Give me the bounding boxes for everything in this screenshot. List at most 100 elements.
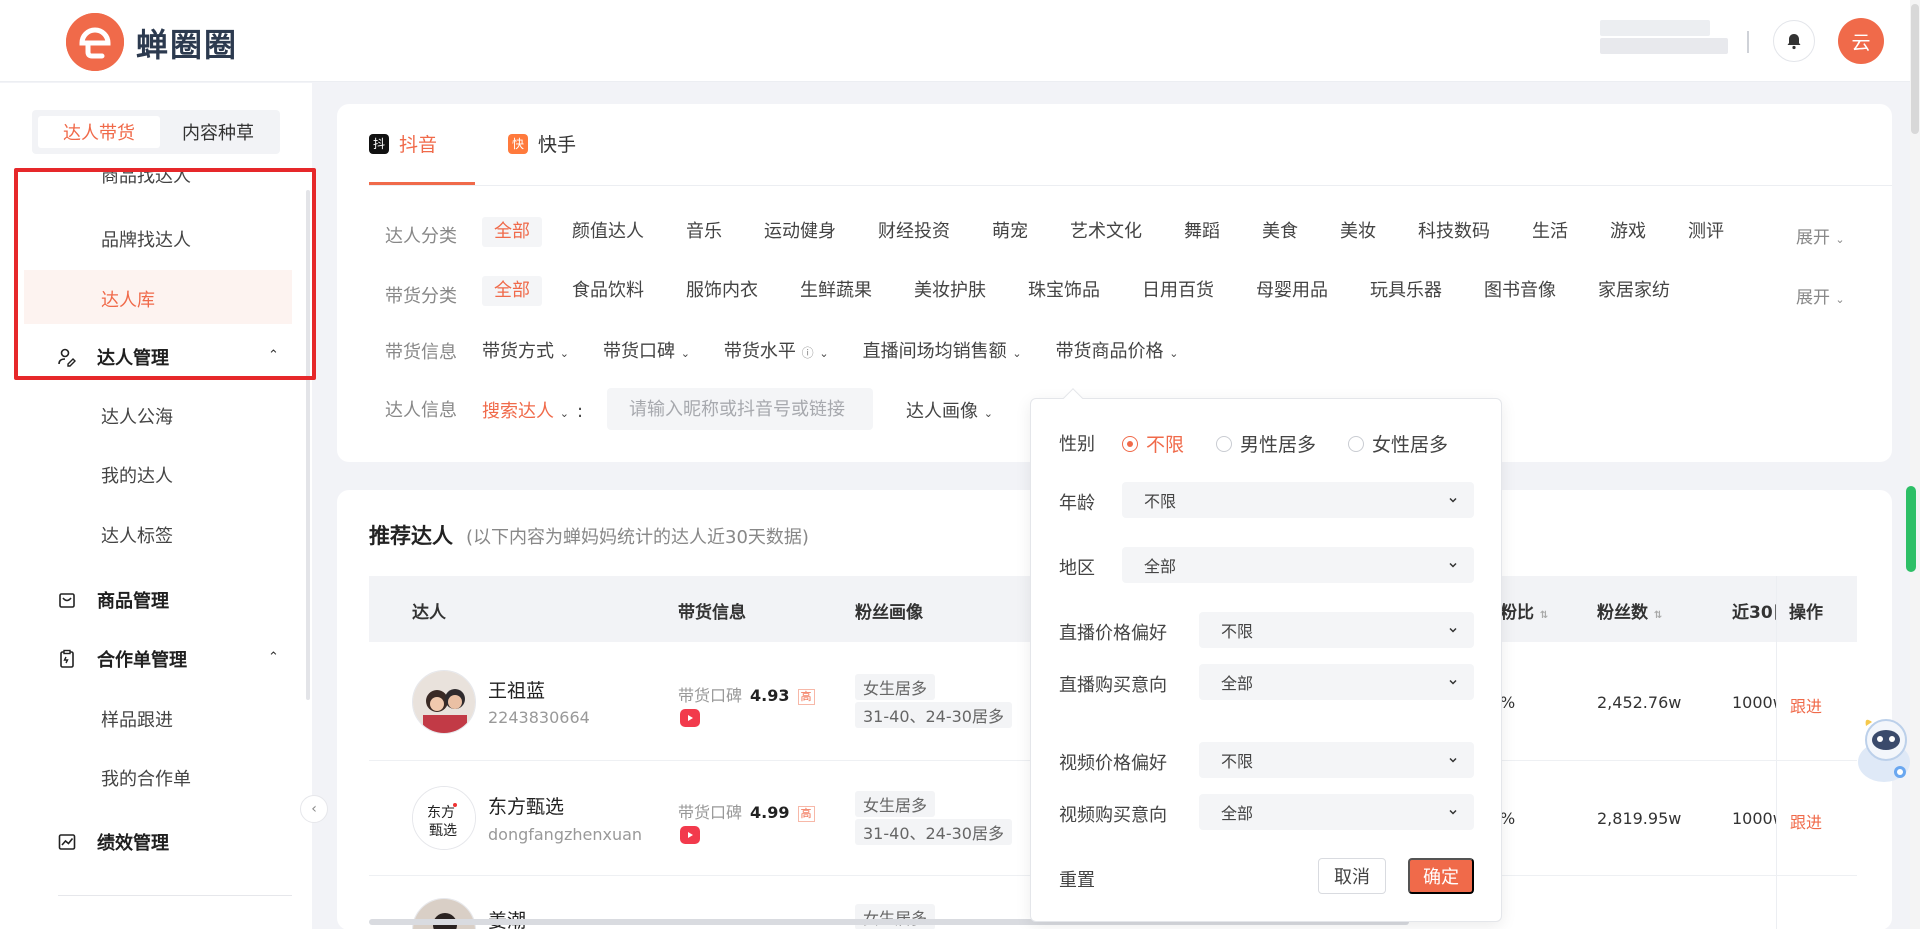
select-video-price[interactable]: 不限 (1199, 742, 1474, 778)
chip-goods-category[interactable]: 服饰内衣 (674, 276, 770, 306)
select-region[interactable]: 全部 (1122, 547, 1474, 583)
follow-button[interactable]: 跟进 (1790, 809, 1822, 833)
side-float-tab[interactable] (1906, 486, 1916, 572)
sidebar-group-performance[interactable]: 绩效管理 (57, 829, 169, 855)
logo-icon[interactable] (66, 13, 124, 71)
chip-category[interactable]: 全部 (482, 217, 542, 247)
chevron-down-icon: ⌄ (680, 347, 690, 360)
talent-name[interactable]: 王祖蓝 (488, 676, 545, 703)
fan-age-tag: 31-40、24-30居多 (855, 702, 1012, 728)
dropdown-goods-price[interactable]: 带货商品价格 ⌄ (1056, 337, 1179, 363)
chip-category[interactable]: 萌宠 (980, 217, 1040, 247)
chip-goods-category[interactable]: 珠宝饰品 (1016, 276, 1112, 306)
page-scrollbar-thumb[interactable] (1911, 4, 1919, 134)
radio-gender-any[interactable]: 不限 (1122, 430, 1184, 457)
tab-talent-sales[interactable]: 达人带货 (38, 116, 160, 148)
column-header-fans[interactable]: 粉丝数 ⇅ (1597, 598, 1662, 623)
reset-button[interactable]: 重置 (1059, 866, 1095, 892)
popover-label-live-intent: 直播购买意向 (1059, 675, 1167, 696)
sidebar-item-talent-pool[interactable]: 达人公海 (101, 403, 173, 429)
category-chips: 全部 颜值达人 音乐 运动健身 财经投资 萌宠 艺术文化 舞蹈 美食 美妆 科技… (482, 217, 1736, 247)
select-live-intent[interactable]: 全部 (1199, 664, 1474, 700)
chip-goods-category[interactable]: 家居家纺 (1586, 276, 1682, 306)
tab-kuaishou[interactable]: 快 快手 (508, 130, 576, 157)
filter-label-talent-info: 达人信息 (385, 400, 457, 421)
chip-category[interactable]: 颜值达人 (560, 217, 656, 247)
dropdown-sales-method[interactable]: 带货方式 ⌄ (482, 337, 569, 363)
tab-label: 快手 (538, 134, 577, 156)
user-avatar[interactable]: 云 (1838, 18, 1884, 64)
cancel-button[interactable]: 取消 (1318, 858, 1386, 894)
help-icon[interactable]: ⓘ (802, 346, 814, 360)
sort-icon: ⇅ (1653, 610, 1663, 621)
chip-goods-category[interactable]: 美妆护肤 (902, 276, 998, 306)
chevron-down-icon (1449, 497, 1457, 503)
chip-category[interactable]: 测评 (1676, 217, 1736, 247)
fan-age-tag: 31-40、24-30居多 (855, 819, 1012, 845)
chip-category[interactable]: 美妆 (1328, 217, 1388, 247)
sidebar-group-cooperation-management[interactable]: 合作单管理 (57, 646, 187, 672)
filter-label-goods-category: 带货分类 (385, 286, 457, 307)
chip-category[interactable]: 美食 (1250, 217, 1310, 247)
radio-dot (1122, 435, 1138, 452)
colon: : (576, 401, 584, 422)
radio-gender-male[interactable]: 男性居多 (1216, 430, 1316, 457)
dropdown-sales-level[interactable]: 带货水平 ⓘ ⌄ (724, 337, 829, 363)
talent-name[interactable]: 姜潮 (488, 906, 526, 929)
sidebar-item-my-orders[interactable]: 我的合作单 (101, 765, 191, 791)
talent-avatar[interactable] (412, 670, 476, 734)
radio-gender-female[interactable]: 女性居多 (1348, 430, 1448, 457)
sidebar-group-label: 商品管理 (97, 591, 169, 612)
talent-search-input[interactable] (607, 388, 873, 430)
dropdown-sales-reputation[interactable]: 带货口碑 ⌄ (603, 337, 690, 363)
chip-category[interactable]: 运动健身 (752, 217, 848, 247)
chip-goods-category[interactable]: 玩具乐器 (1358, 276, 1454, 306)
koubei-score: 4.93 (750, 686, 790, 705)
confirm-button[interactable]: 确定 (1408, 858, 1474, 894)
select-age[interactable]: 不限 (1122, 482, 1474, 518)
chip-category[interactable]: 科技数码 (1406, 217, 1502, 247)
chip-category[interactable]: 财经投资 (866, 217, 962, 247)
sidebar-item-my-talents[interactable]: 我的达人 (101, 462, 173, 488)
tab-content-seeding[interactable]: 内容种草 (162, 116, 274, 148)
fans-value: 2,819.95w (1597, 809, 1682, 828)
chip-goods-category[interactable]: 图书音像 (1472, 276, 1568, 306)
chip-category[interactable]: 生活 (1520, 217, 1580, 247)
recommend-title: 推荐达人 (369, 524, 453, 548)
chip-goods-category[interactable]: 日用百货 (1130, 276, 1226, 306)
sidebar-group-product-management[interactable]: 商品管理 (57, 587, 169, 613)
tab-douyin[interactable]: 抖 抖音 (369, 130, 437, 157)
chip-goods-category[interactable]: 母婴用品 (1244, 276, 1340, 306)
sidebar-collapse-button[interactable]: ‹ (300, 795, 328, 823)
level-badge: 高 (797, 688, 815, 705)
select-value: 不限 (1144, 492, 1177, 511)
column-header-fan-ratio[interactable]: 粉比 ⇅ (1500, 598, 1548, 623)
chevron-down-icon: ⌄ (1835, 293, 1845, 306)
chip-category[interactable]: 音乐 (674, 217, 734, 247)
search-mode-dropdown[interactable]: 搜索达人 ⌄: (482, 397, 583, 423)
chip-goods-category[interactable]: 全部 (482, 276, 542, 306)
popover-label-region: 地区 (1059, 558, 1095, 579)
notification-bell-icon[interactable] (1773, 20, 1815, 62)
select-video-intent[interactable]: 全部 (1199, 794, 1474, 830)
sidebar-divider (58, 895, 292, 896)
chip-category[interactable]: 艺术文化 (1058, 217, 1154, 247)
chip-goods-category[interactable]: 生鲜蔬果 (788, 276, 884, 306)
talent-name[interactable]: 东方甄选 (488, 792, 564, 819)
talent-avatar[interactable]: 东方 甄选 (412, 786, 476, 850)
chip-goods-category[interactable]: 食品饮料 (560, 276, 656, 306)
sidebar-group-label: 合作单管理 (97, 650, 187, 671)
dropdown-live-avg-sales[interactable]: 直播间场均销售额 ⌄ (863, 337, 1022, 363)
chip-category[interactable]: 游戏 (1598, 217, 1658, 247)
expand-category-button[interactable]: 展开 ⌄ (1796, 223, 1845, 248)
assistant-mascot-icon[interactable] (1846, 710, 1916, 790)
sidebar-item-sample-follow[interactable]: 样品跟进 (101, 706, 173, 732)
chip-category[interactable]: 舞蹈 (1172, 217, 1232, 247)
follow-button[interactable]: 跟进 (1790, 693, 1822, 717)
chevron-down-icon: ⌄ (1835, 233, 1845, 246)
expand-goods-category-button[interactable]: 展开 ⌄ (1796, 283, 1845, 308)
sidebar-item-talent-tags[interactable]: 达人标签 (101, 522, 173, 548)
select-live-price[interactable]: 不限 (1199, 612, 1474, 648)
chevron-up-icon[interactable]: ⌃ (268, 650, 279, 665)
talent-portrait-dropdown[interactable]: 达人画像 ⌄ (906, 397, 993, 423)
